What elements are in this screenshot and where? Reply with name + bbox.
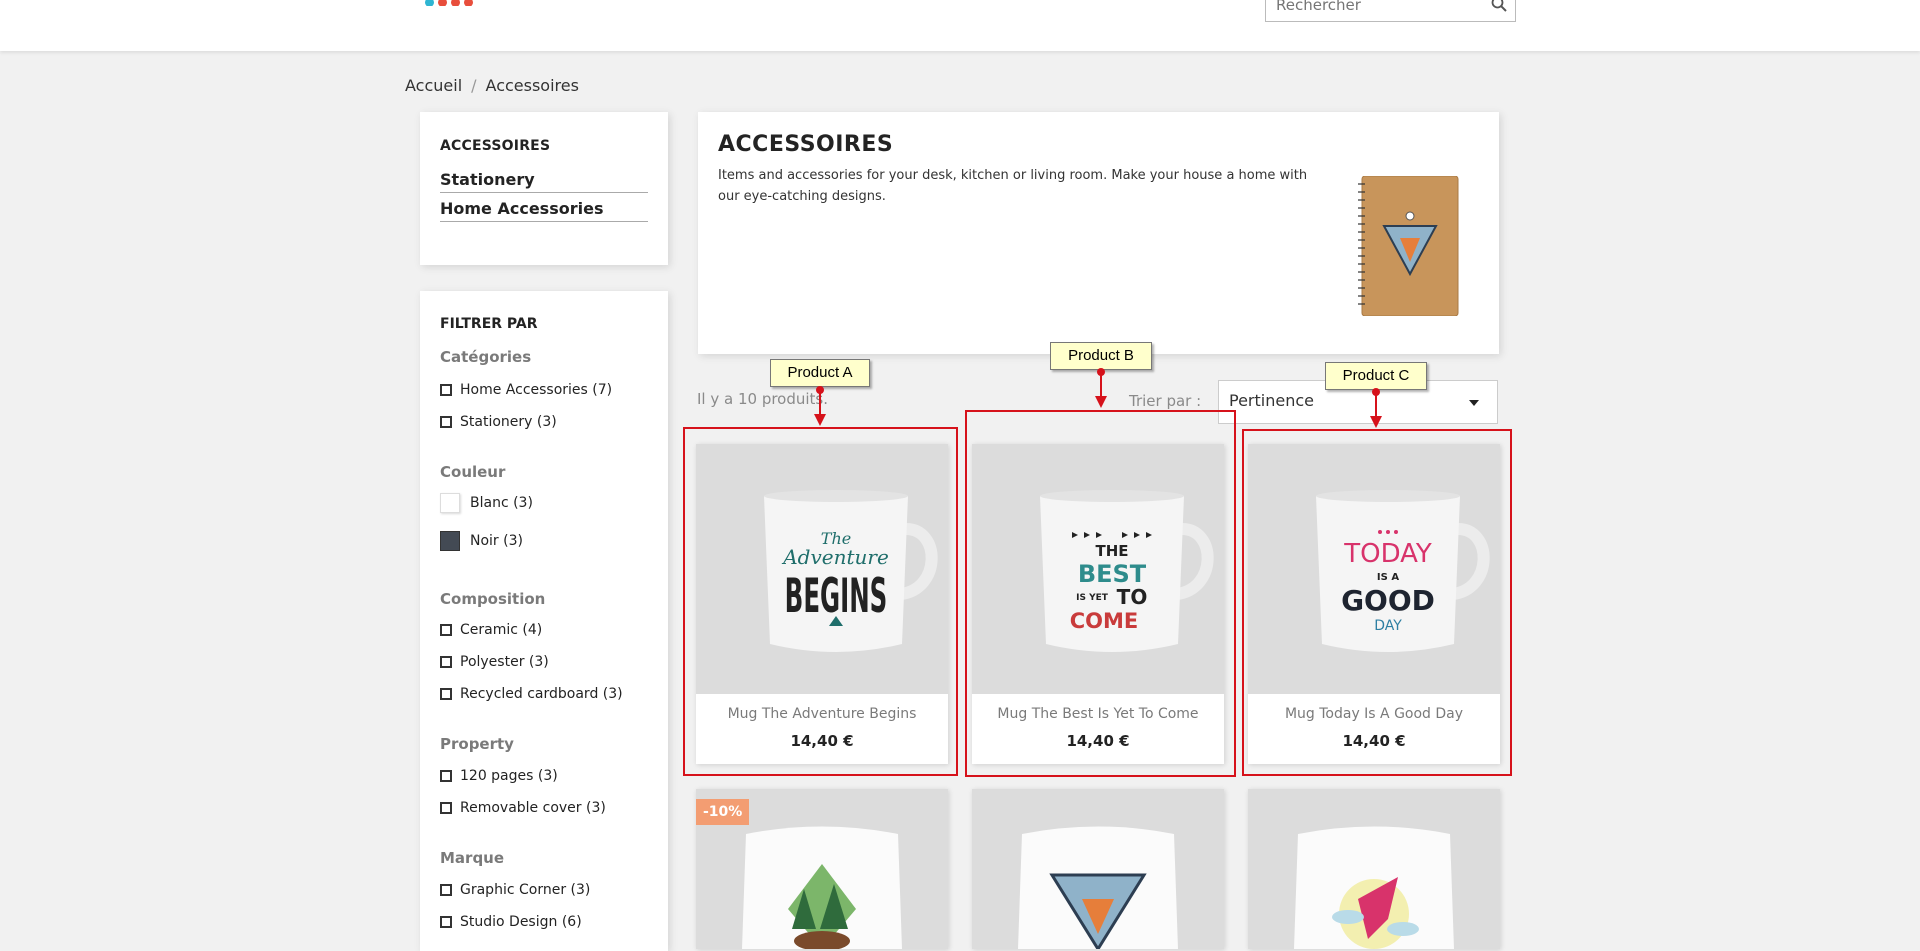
checkbox[interactable] (440, 656, 452, 668)
filter-heading-categories: Catégories (440, 348, 532, 366)
color-swatch-white[interactable] (440, 493, 460, 513)
category-heading: ACCESSOIRES (718, 132, 894, 157)
filter-heading-brand: Marque (440, 849, 505, 867)
product-count: Il y a 10 produits. (697, 390, 829, 408)
checkbox[interactable] (440, 802, 452, 814)
product-card[interactable] (1248, 789, 1500, 949)
filter-option[interactable]: 120 pages (3) (440, 768, 558, 784)
annotation-arrow-a (814, 386, 826, 426)
product-card[interactable]: -10% (696, 789, 948, 949)
highlight-box-product-a (683, 427, 958, 776)
filter-option[interactable]: Polyester (3) (440, 654, 549, 670)
breadcrumb-home[interactable]: Accueil (405, 76, 462, 95)
chevron-down-icon (1469, 400, 1479, 406)
breadcrumb-current[interactable]: Accessoires (486, 76, 579, 95)
search-box[interactable] (1265, 0, 1516, 22)
filter-option-label: Graphic Corner (3) (460, 882, 591, 898)
filter-option[interactable]: Stationery (3) (440, 414, 557, 430)
filter-heading-color: Couleur (440, 463, 506, 481)
filter-option[interactable]: Blanc (3) (440, 493, 533, 513)
category-header: ACCESSOIRES Items and accessories for yo… (698, 112, 1499, 354)
search-input[interactable] (1266, 0, 1486, 19)
filter-option-label: Stationery (3) (460, 414, 557, 430)
filter-heading-composition: Composition (440, 590, 546, 608)
filter-option-label: Recycled cardboard (3) (460, 686, 623, 702)
product-card[interactable] (972, 789, 1224, 949)
annotation-arrow-b (1095, 368, 1107, 408)
checkbox[interactable] (440, 884, 452, 896)
discount-badge: -10% (696, 799, 750, 825)
filter-panel: FILTRER PAR Catégories Home Accessories … (420, 291, 668, 951)
checkbox[interactable] (440, 416, 452, 428)
checkbox[interactable] (440, 688, 452, 700)
cushion-image (1294, 826, 1454, 949)
category-description: Items and accessories for your desk, kit… (718, 168, 1308, 204)
highlight-box-product-c (1242, 429, 1512, 776)
filter-option-label: Polyester (3) (460, 654, 549, 670)
sort-selected-value: Pertinence (1229, 391, 1314, 410)
filter-option-label: Studio Design (6) (460, 914, 582, 930)
category-link-stationery[interactable]: Stationery (440, 170, 648, 193)
filter-option-label: Blanc (3) (470, 495, 533, 511)
sort-label: Trier par : (1129, 392, 1202, 410)
filter-option-label: Removable cover (3) (460, 800, 606, 816)
annotation-arrow-c (1370, 388, 1382, 428)
filter-option[interactable]: Noir (3) (440, 531, 523, 551)
category-title[interactable]: ACCESSOIRES (440, 138, 550, 154)
filter-option[interactable]: Home Accessories (7) (440, 382, 612, 398)
filter-option[interactable]: Recycled cardboard (3) (440, 686, 623, 702)
header-bar (0, 0, 1920, 51)
checkbox[interactable] (440, 770, 452, 782)
filter-heading-property: Property (440, 735, 514, 753)
checkbox[interactable] (440, 384, 452, 396)
highlight-box-product-b (965, 410, 1236, 777)
filter-option[interactable]: Ceramic (4) (440, 622, 542, 638)
category-panel: ACCESSOIRES Stationery Home Accessories (420, 112, 668, 265)
filter-option-label: Home Accessories (7) (460, 382, 613, 398)
filter-option[interactable]: Studio Design (6) (440, 914, 582, 930)
logo[interactable] (425, 0, 505, 6)
filter-option-label: Ceramic (4) (460, 622, 543, 638)
breadcrumb-separator: / (471, 76, 477, 95)
category-image-notebook (1358, 176, 1459, 316)
category-link-home-accessories[interactable]: Home Accessories (440, 199, 648, 222)
search-icon[interactable] (1491, 0, 1507, 12)
color-swatch-black[interactable] (440, 531, 460, 551)
filter-option-label: Noir (3) (470, 533, 523, 549)
breadcrumb: Accueil / Accessoires (405, 76, 579, 95)
filter-option[interactable]: Graphic Corner (3) (440, 882, 590, 898)
filter-option-label: 120 pages (3) (460, 768, 558, 784)
cushion-image (1018, 826, 1178, 949)
checkbox[interactable] (440, 624, 452, 636)
checkbox[interactable] (440, 916, 452, 928)
filter-option[interactable]: Removable cover (3) (440, 800, 606, 816)
filter-title: FILTRER PAR (440, 316, 538, 332)
